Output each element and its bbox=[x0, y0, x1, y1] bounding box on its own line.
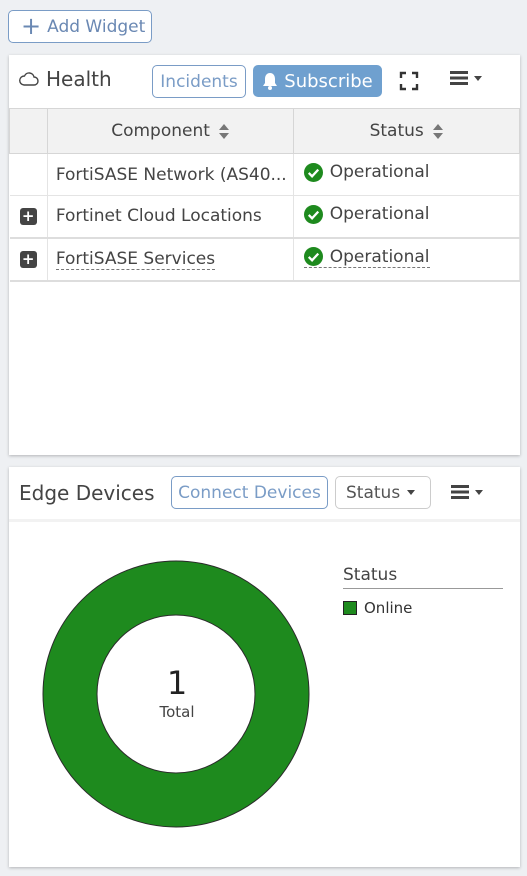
chevron-down-icon bbox=[475, 489, 483, 495]
status-cell[interactable]: Operational bbox=[293, 236, 521, 282]
subscribe-label: Subscribe bbox=[284, 70, 373, 92]
status-header-label: Status bbox=[369, 121, 424, 141]
expand-cell[interactable]: + bbox=[9, 195, 48, 238]
health-widget: Health Incidents Subscribe Component Sta… bbox=[9, 55, 521, 455]
health-title: Health bbox=[19, 67, 112, 91]
header-divider bbox=[9, 519, 520, 522]
sort-icon[interactable] bbox=[433, 123, 444, 139]
status-cell: Operational bbox=[293, 153, 521, 196]
sort-icon[interactable] bbox=[219, 123, 230, 139]
table-row[interactable]: + Fortinet Cloud Locations Operational bbox=[9, 195, 521, 238]
legend-label: Online bbox=[364, 599, 413, 617]
legend-title: Status bbox=[343, 565, 503, 589]
status-text: Operational bbox=[329, 246, 430, 267]
expand-row-icon[interactable]: + bbox=[19, 251, 37, 268]
legend-item-online[interactable]: Online bbox=[343, 599, 503, 617]
check-circle-icon bbox=[303, 247, 323, 267]
component-link[interactable]: FortiSASE Services bbox=[55, 249, 216, 270]
table-row[interactable]: + FortiSASE Services Operational bbox=[9, 236, 521, 282]
donut-center: 1 Total bbox=[97, 667, 257, 721]
status-column-header[interactable]: Status bbox=[292, 108, 521, 154]
chevron-down-icon bbox=[407, 490, 416, 495]
add-widget-button[interactable]: + Add Widget bbox=[8, 10, 152, 43]
expand-cell[interactable]: + bbox=[9, 236, 48, 282]
hamburger-icon bbox=[450, 71, 468, 85]
health-menu-button[interactable] bbox=[450, 70, 482, 86]
expand-row-icon[interactable]: + bbox=[19, 208, 37, 226]
status-cell: Operational bbox=[293, 195, 521, 238]
chart-legend: Status Online bbox=[343, 565, 503, 617]
connect-devices-button[interactable]: Connect Devices bbox=[171, 476, 328, 509]
check-circle-icon bbox=[303, 204, 323, 224]
cloud-icon bbox=[19, 71, 39, 87]
table-header-row: Component Status bbox=[9, 108, 521, 154]
edge-menu-button[interactable] bbox=[451, 484, 483, 500]
component-cell: Fortinet Cloud Locations bbox=[47, 195, 294, 238]
total-label: Total bbox=[159, 703, 195, 721]
total-count: 1 bbox=[166, 664, 188, 702]
expand-column-header bbox=[9, 108, 48, 154]
component-column-header[interactable]: Component bbox=[46, 108, 294, 154]
component-cell[interactable]: FortiSASE Services bbox=[47, 236, 294, 282]
check-circle-icon bbox=[303, 162, 323, 182]
edge-title: Edge Devices bbox=[19, 481, 155, 505]
edge-devices-widget: Edge Devices Connect Devices Status 1 To… bbox=[9, 467, 520, 867]
add-widget-label: Add Widget bbox=[47, 16, 146, 37]
component-header-label: Component bbox=[111, 121, 210, 141]
legend-swatch bbox=[343, 601, 357, 615]
status-text: Operational bbox=[329, 162, 430, 183]
hamburger-icon bbox=[451, 485, 469, 499]
status-dropdown[interactable]: Status bbox=[335, 476, 431, 509]
health-table: Component Status FortiSASE Network (AS40… bbox=[9, 108, 521, 282]
fullscreen-icon[interactable] bbox=[399, 71, 419, 95]
health-title-text: Health bbox=[46, 67, 112, 91]
edge-header: Edge Devices Connect Devices Status bbox=[9, 467, 520, 520]
expand-cell bbox=[9, 153, 48, 196]
bell-icon bbox=[262, 72, 278, 90]
status-dropdown-label: Status bbox=[346, 482, 401, 503]
table-row[interactable]: FortiSASE Network (AS40... Operational bbox=[9, 153, 521, 196]
incidents-button[interactable]: Incidents bbox=[152, 65, 246, 98]
status-text: Operational bbox=[329, 204, 430, 224]
health-header: Health Incidents Subscribe bbox=[9, 55, 520, 108]
chevron-down-icon bbox=[474, 75, 482, 81]
component-cell: FortiSASE Network (AS40... bbox=[47, 153, 294, 196]
subscribe-button[interactable]: Subscribe bbox=[253, 65, 382, 97]
plus-icon: + bbox=[21, 11, 42, 40]
